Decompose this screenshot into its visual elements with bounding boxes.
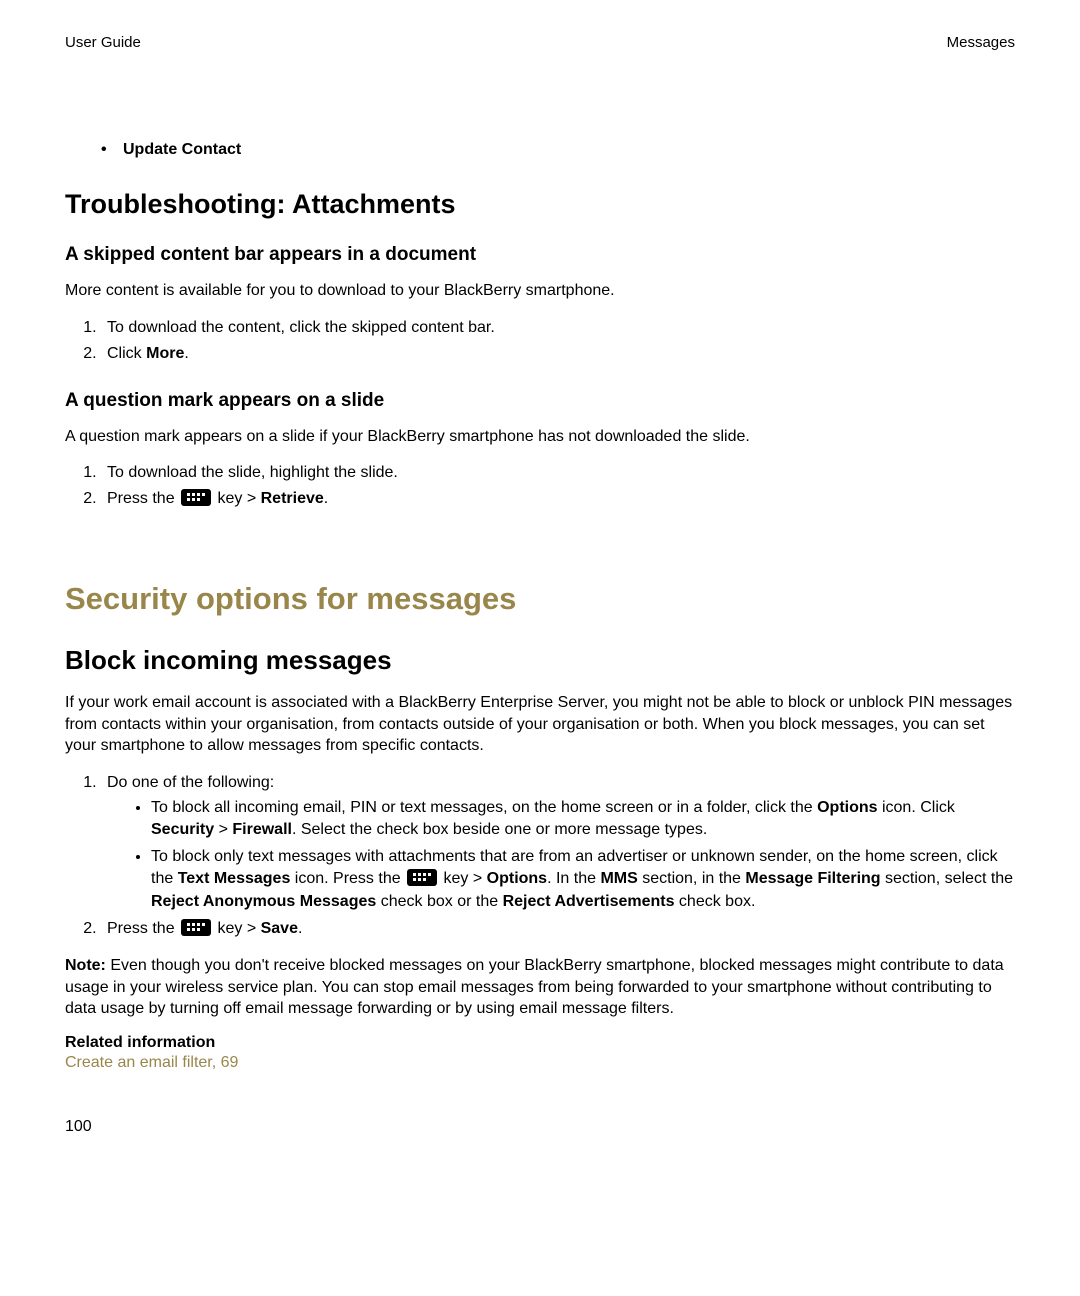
step-do-one-of: Do one of the following: To block all in… [101,771,1015,913]
substep-block-text: To block only text messages with attachm… [151,846,1015,913]
step-press-retrieve: Press the key > Retrieve. [101,487,1015,511]
para-question-mark: A question mark appears on a slide if yo… [65,426,1015,448]
document-page: User Guide Messages Update Contact Troub… [0,0,1080,1296]
page-number: 100 [65,1118,92,1136]
steps-block-incoming: Do one of the following: To block all in… [65,771,1015,941]
header-left: User Guide [65,34,141,51]
substeps-block: To block all incoming email, PIN or text… [107,797,1015,913]
menu-key-icon [181,919,211,936]
step-highlight-slide: To download the slide, highlight the sli… [101,461,1015,485]
page-header: User Guide Messages [65,34,1015,51]
para-block-intro: If your work email account is associated… [65,692,1015,757]
heading-troubleshooting-attachments: Troubleshooting: Attachments [65,189,1015,220]
step-click-more: Click More. [101,342,1015,366]
heading-skipped-content: A skipped content bar appears in a docum… [65,244,1015,266]
para-skipped-content: More content is available for you to dow… [65,280,1015,302]
heading-block-incoming: Block incoming messages [65,645,1015,676]
menu-key-icon [407,869,437,886]
substep-block-all: To block all incoming email, PIN or text… [151,797,1015,842]
note-block: Note: Even though you don't receive bloc… [65,955,1015,1020]
step-press-save: Press the key > Save. [101,917,1015,941]
steps-question-mark: To download the slide, highlight the sli… [65,461,1015,511]
steps-skipped-content: To download the content, click the skipp… [65,316,1015,366]
header-right: Messages [947,34,1015,51]
related-info-heading: Related information [65,1034,1015,1052]
menu-key-icon [181,489,211,506]
bullet-update-contact: Update Contact [123,141,1015,159]
step-download-content: To download the content, click the skipp… [101,316,1015,340]
heading-security-options: Security options for messages [65,581,1015,617]
heading-question-mark: A question mark appears on a slide [65,390,1015,412]
related-link-email-filter[interactable]: Create an email filter, 69 [65,1054,1015,1072]
